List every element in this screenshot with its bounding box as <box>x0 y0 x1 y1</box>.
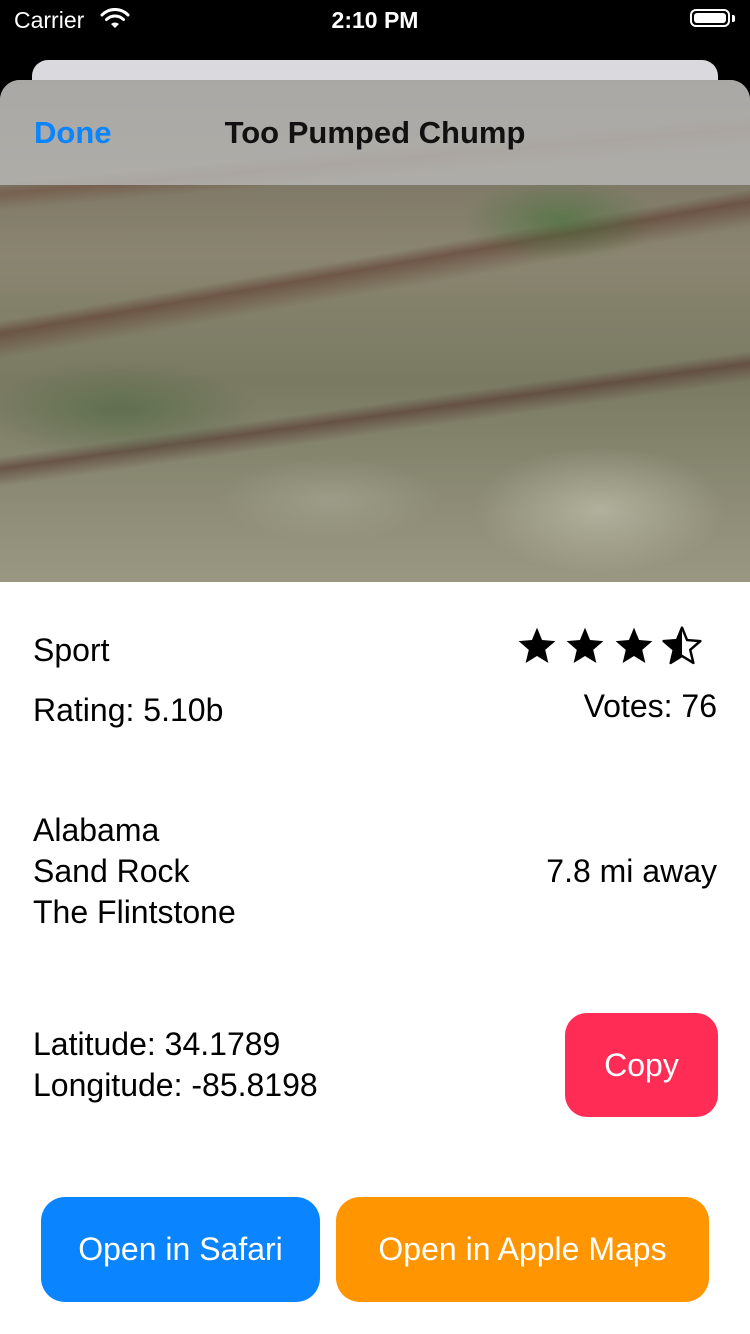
longitude-label: Longitude: -85.8198 <box>33 1067 318 1103</box>
star-rating <box>516 625 705 669</box>
status-time: 2:10 PM <box>331 7 419 33</box>
star-full-icon <box>518 627 556 663</box>
battery-cap <box>732 15 735 22</box>
rating-label: Rating: 5.10b <box>33 692 224 728</box>
open-in-apple-maps-button[interactable]: Open in Apple Maps <box>336 1197 709 1302</box>
star-full-icon <box>567 627 604 663</box>
location-area: Sand Rock <box>33 853 190 889</box>
latitude-label: Latitude: 34.1789 <box>33 1026 281 1062</box>
open-in-safari-button[interactable]: Open in Safari <box>41 1197 320 1302</box>
route-title: Too Pumped Chump <box>224 115 526 150</box>
location-state: Alabama <box>33 812 160 848</box>
route-type: Sport <box>33 632 110 668</box>
copy-button[interactable]: Copy <box>565 1013 718 1117</box>
battery-icon <box>690 9 730 27</box>
votes-label: Votes: 76 <box>583 688 717 724</box>
star-half-icon <box>662 626 702 665</box>
route-detail-sheet: Done Too Pumped Chump Sport Rating: 5.10… <box>0 80 750 1334</box>
distance-label: 7.8 mi away <box>546 853 717 889</box>
location-crag: The Flintstone <box>33 894 236 930</box>
star-full-icon <box>615 627 653 663</box>
navigation-bar: Done Too Pumped Chump <box>0 80 750 185</box>
status-bar: Carrier 2:10 PM <box>0 0 750 40</box>
